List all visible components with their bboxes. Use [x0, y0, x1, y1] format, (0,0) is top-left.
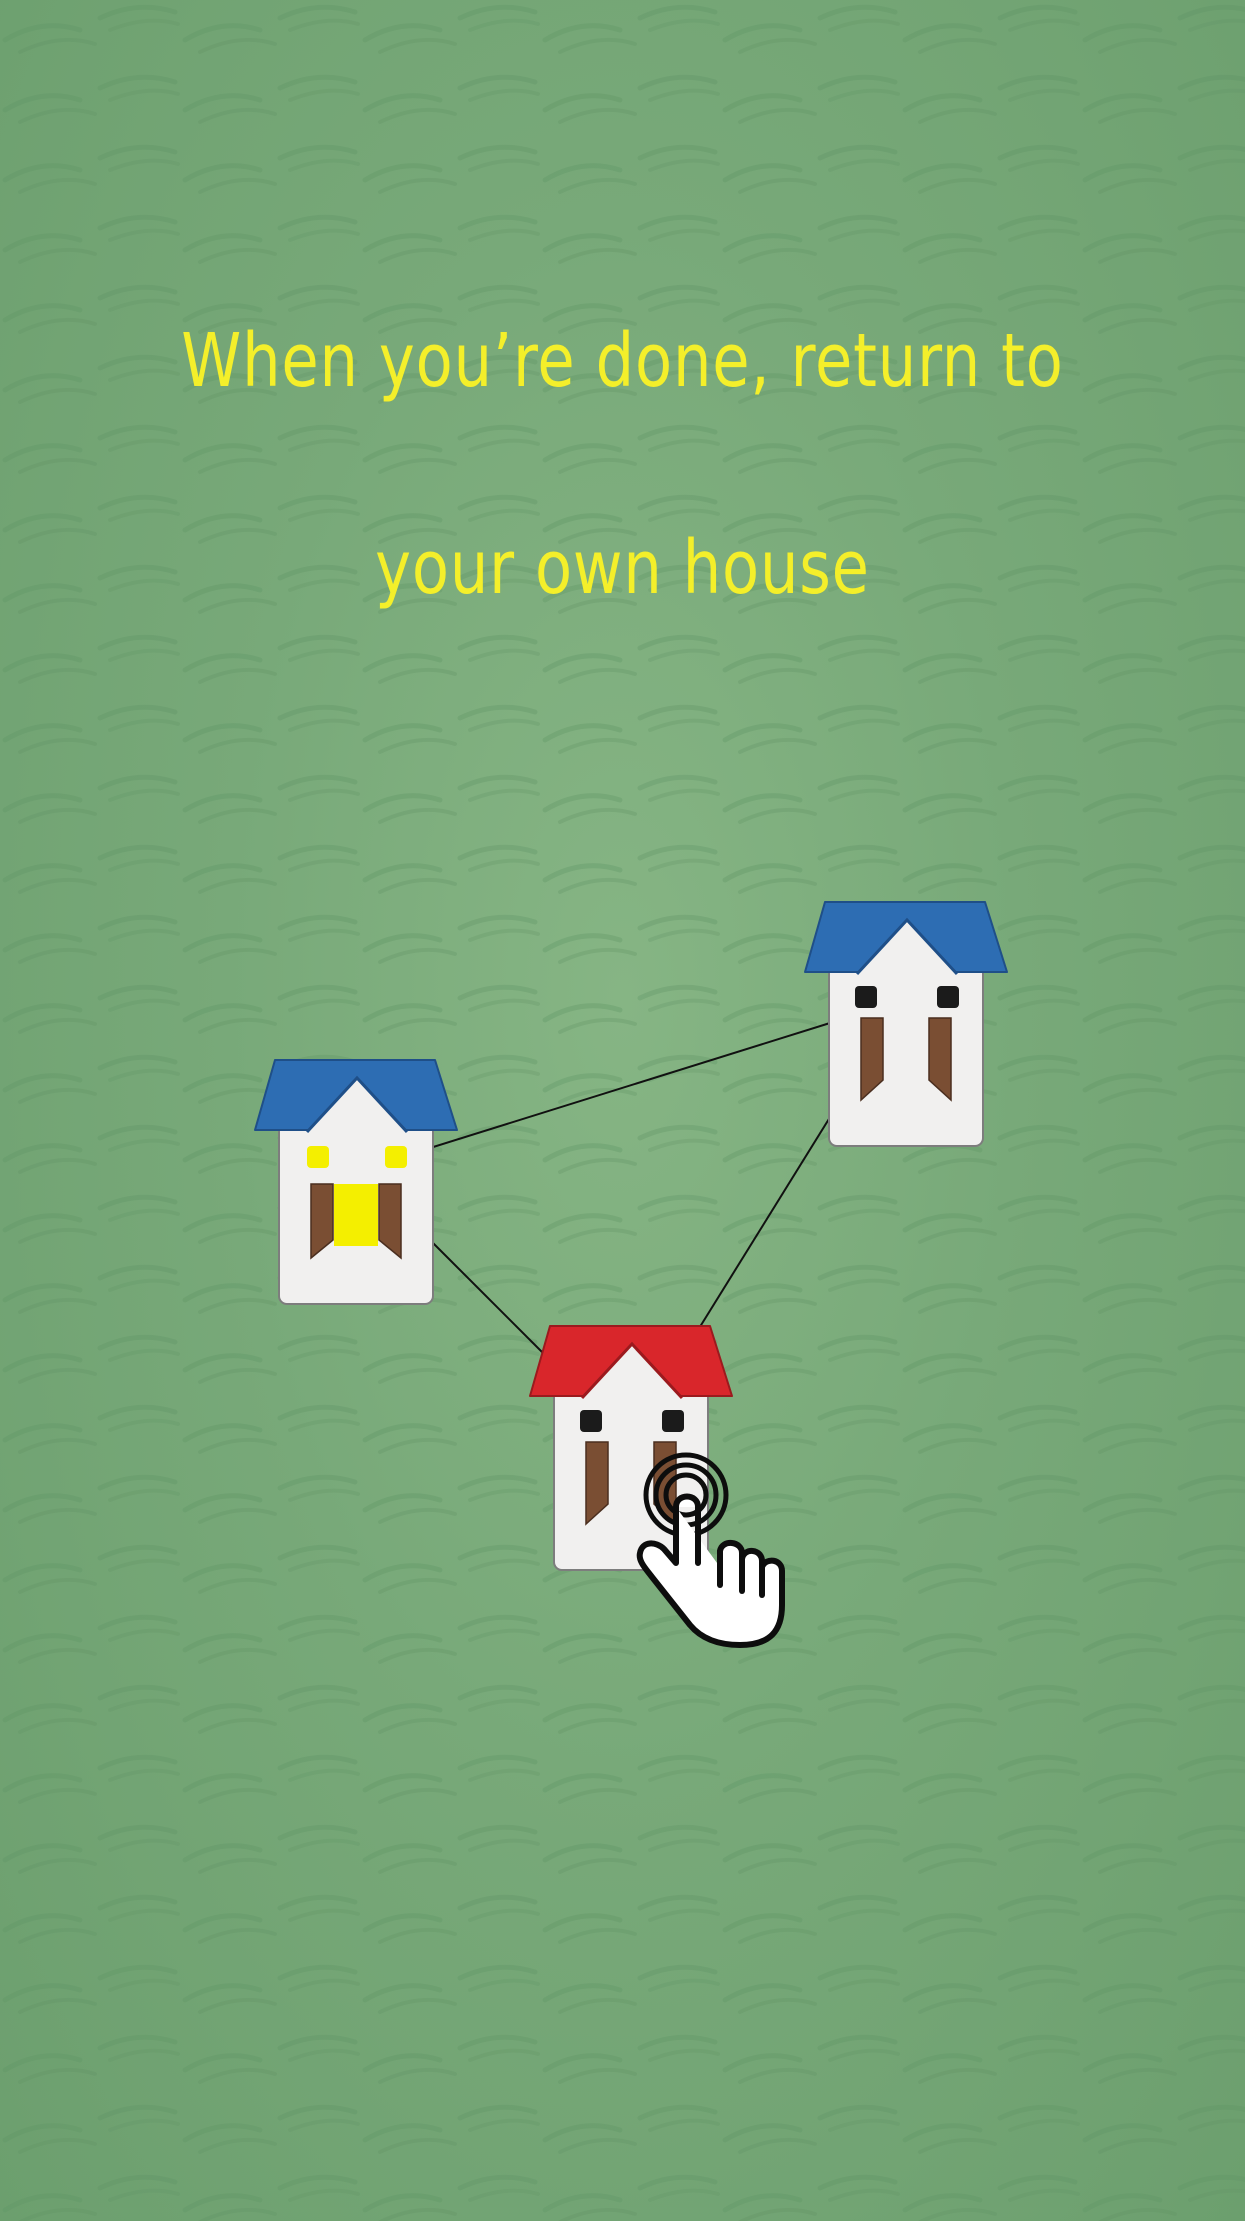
house-wall — [828, 963, 984, 1147]
path-lit-to-own — [427, 1237, 549, 1359]
lit-house[interactable] — [254, 1059, 458, 1305]
window-lit — [307, 1146, 329, 1168]
neighbor-house[interactable] — [804, 901, 1008, 1147]
window-dark — [580, 1410, 602, 1432]
path-lit-to-neighbor — [429, 1022, 831, 1149]
window-dark — [937, 986, 959, 1008]
window-dark — [662, 1410, 684, 1432]
path-neighbor-to-own — [697, 1084, 851, 1331]
house-connections — [427, 1022, 851, 1359]
window-lit — [385, 1146, 407, 1168]
game-board — [254, 901, 1008, 1648]
window-dark — [855, 986, 877, 1008]
lit-doorway — [334, 1184, 378, 1246]
